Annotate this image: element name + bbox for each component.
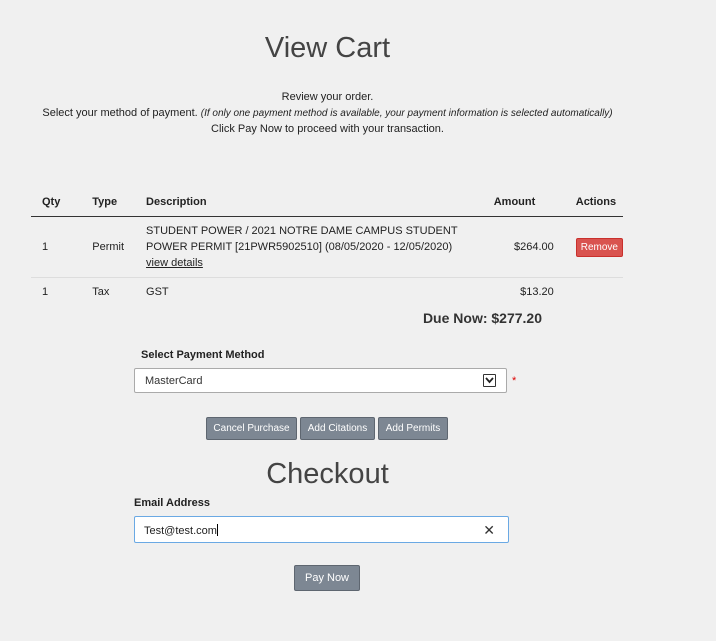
text-caret [216,524,218,536]
table-row: 1 Permit STUDENT POWER / 2021 NOTRE DAME… [31,216,623,278]
due-now-total: Due Now: $277.20 [422,310,542,326]
chevron-down-icon [483,374,496,387]
email-text: Test@test.com [144,525,217,537]
cancel-purchase-button[interactable]: Cancel Purchase [206,417,297,440]
checkout-title: Checkout [266,458,389,490]
cell-actions [554,278,623,306]
payment-method-label: Select Payment Method [141,349,265,361]
instruction-payment-note: (If only one payment method is available… [200,108,613,119]
cell-description: GST [146,285,169,298]
instruction-review: Review your order. [281,91,374,103]
instruction-payment-main: Select your method of payment. [42,107,198,119]
page-title: View Cart [264,32,391,64]
view-cart-page: View Cart Review your order. Select your… [0,0,716,641]
instruction-pay-now: Click Pay Now to proceed with your trans… [211,123,444,135]
pay-now-button[interactable]: Pay Now [294,565,360,591]
add-citations-button[interactable]: Add Citations [300,417,375,440]
view-details-link[interactable]: view details [146,257,203,269]
email-label: Email Address [134,497,211,509]
column-header-amount: Amount [493,190,554,217]
column-header-qty: Qty [31,190,93,217]
payment-method-select[interactable]: MasterCard [134,368,507,393]
required-marker: * [512,375,517,387]
cell-description: STUDENT POWER / 2021 NOTRE DAME CAMPUS S… [146,216,494,278]
column-header-description: Description [146,190,494,217]
cell-type: Permit [92,216,147,278]
add-permits-button[interactable]: Add Permits [378,417,448,440]
cell-actions: Remove [553,216,623,278]
cell-amount: $13.20 [520,285,554,298]
cell-qty: 1 [42,285,49,298]
cell-type: Tax [92,285,110,298]
table-row: 1 Tax GST $13.20 [31,278,623,306]
email-field[interactable]: Test@test.com ✕ [134,516,509,543]
cart-header-row: Qty Type Description Amount Actions [31,190,623,217]
remove-button[interactable]: Remove [575,237,623,257]
instruction-payment: Select your method of payment. (If only … [0,107,655,119]
column-header-actions: Actions [553,190,623,217]
permit-description: STUDENT POWER / 2021 NOTRE DAME CAMPUS S… [146,225,458,253]
email-value: Test@test.com [144,524,218,537]
clear-icon[interactable]: ✕ [483,522,495,539]
cell-amount: $264.00 [493,216,554,278]
payment-method-value: MasterCard [145,375,203,387]
column-header-type: Type [92,190,147,217]
cart-table: Qty Type Description Amount Actions 1 Pe… [31,190,623,305]
cell-qty: 1 [31,216,93,278]
